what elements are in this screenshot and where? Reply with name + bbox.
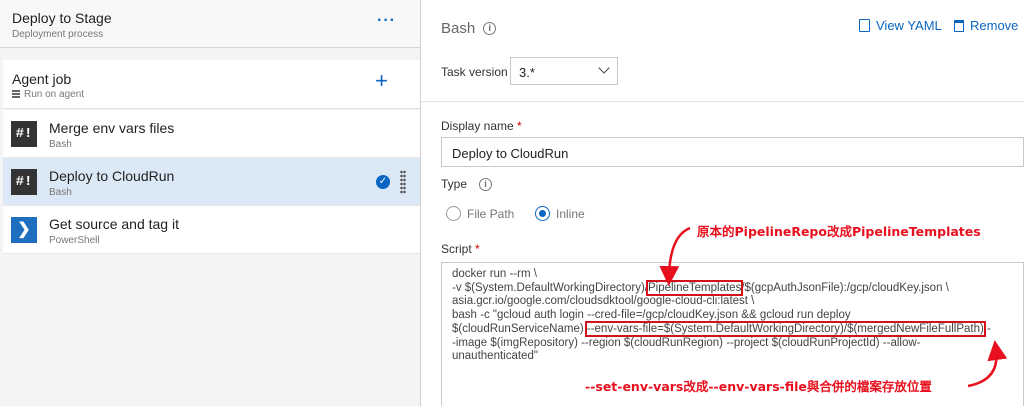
agent-job-subtitle-row: Run on agent xyxy=(12,89,84,100)
trash-icon xyxy=(954,19,964,32)
script-line: asia.gcr.io/google.com/cloudsdktool/goog… xyxy=(452,295,755,308)
task-version-label: Task version xyxy=(441,65,508,79)
remove-label: Remove xyxy=(970,18,1019,33)
agent-job-subtitle: Run on agent xyxy=(24,89,85,100)
remove-button[interactable]: Remove xyxy=(954,18,1018,33)
task-details-panel: Bash i View YAML Remove Task version 3.*… xyxy=(421,0,1024,406)
task-name: Get source and tag it xyxy=(49,216,179,232)
task-title-row: Bash i xyxy=(441,20,497,37)
task-name: Deploy to CloudRun xyxy=(49,168,175,184)
highlight-env-vars-file: --env-vars-file=$(System.DefaultWorkingD… xyxy=(584,320,986,337)
script-line: bash -c "gcloud auth login --cred-file=/… xyxy=(452,309,851,322)
info-icon[interactable]: i xyxy=(479,177,493,191)
drag-handle-icon[interactable] xyxy=(400,170,406,194)
task-merge-env-vars[interactable]: #! Merge env vars files Bash xyxy=(3,110,420,158)
annotation-top: 原本的PipelineRepo改成PipelineTemplates xyxy=(697,224,981,239)
script-text: $(cloudRunServiceName) xyxy=(452,322,587,335)
script-label: Script * xyxy=(441,242,480,256)
display-name-input[interactable]: Deploy to CloudRun xyxy=(441,137,1024,167)
task-deploy-to-cloudrun[interactable]: #! Deploy to CloudRun Bash ✓ xyxy=(3,158,420,206)
highlight-pipeline-templates: PipelineTemplates xyxy=(645,279,744,296)
radio-label: File Path xyxy=(467,206,515,221)
script-line: -v $(System.DefaultWorkingDirectory)/Pip… xyxy=(452,279,1013,296)
radio-file-path[interactable]: File Path xyxy=(446,206,514,221)
agent-job[interactable]: Agent job Run on agent + xyxy=(3,60,420,109)
stage-subtitle: Deployment process xyxy=(12,29,104,40)
task-name: Merge env vars files xyxy=(49,120,175,136)
add-task-button[interactable]: + xyxy=(375,70,388,92)
more-options-icon[interactable]: ··· xyxy=(377,12,396,30)
task-version-value: 3.* xyxy=(519,65,535,80)
chevron-down-icon xyxy=(598,62,610,74)
separator xyxy=(421,101,1024,102)
script-line: -image $(imgRepository) --region $(cloud… xyxy=(452,336,921,349)
required-mark: * xyxy=(475,242,480,256)
script-line: docker run --rm \ xyxy=(452,268,537,280)
radio-label: Inline xyxy=(556,206,585,221)
script-line: $(cloudRunServiceName) --env-vars-file=$… xyxy=(452,320,1013,337)
script-text: /$(gcpAuthJsonFile):/gcp/cloudKey.json \ xyxy=(741,281,949,294)
radio-inline[interactable]: Inline xyxy=(535,206,585,221)
script-text: - xyxy=(983,322,991,335)
type-label: Type xyxy=(441,177,468,191)
info-icon[interactable]: i xyxy=(483,22,497,35)
view-yaml-button[interactable]: View YAML xyxy=(859,18,942,33)
script-line: unauthenticated" xyxy=(452,350,538,363)
display-name-label: Display name * xyxy=(441,119,522,133)
document-icon xyxy=(859,19,870,32)
bash-icon: #! xyxy=(11,169,37,195)
agent-job-title: Agent job xyxy=(12,71,72,87)
bash-icon: #! xyxy=(11,121,37,147)
script-text: -v $(System.DefaultWorkingDirectory)/ xyxy=(452,281,648,294)
task-version-select[interactable]: 3.* xyxy=(510,57,618,85)
display-name-label-text: Display name xyxy=(441,119,514,133)
stage-header[interactable]: Deploy to Stage Deployment process ··· xyxy=(0,0,420,48)
script-label-text: Script xyxy=(441,242,472,256)
stage-title: Deploy to Stage xyxy=(12,10,112,26)
check-circle-icon: ✓ xyxy=(376,175,390,189)
annotation-bottom: --set-env-vars改成--env-vars-file與合併的檔案存放位… xyxy=(585,379,932,394)
radio-circle-icon xyxy=(446,206,461,221)
task-type: Bash xyxy=(49,139,72,150)
type-label-row: Type i xyxy=(441,177,493,191)
required-mark: * xyxy=(517,119,522,133)
radio-selected-icon xyxy=(535,206,550,221)
powershell-icon: ❯ xyxy=(11,217,37,243)
task-get-source-and-tag[interactable]: ❯ Get source and tag it PowerShell xyxy=(3,206,420,254)
server-icon xyxy=(12,90,20,99)
task-type: PowerShell xyxy=(49,235,100,246)
pipeline-tree-panel: Deploy to Stage Deployment process ··· A… xyxy=(0,0,420,406)
task-title: Bash xyxy=(441,20,476,37)
view-yaml-label: View YAML xyxy=(876,18,942,33)
task-type: Bash xyxy=(49,187,72,198)
